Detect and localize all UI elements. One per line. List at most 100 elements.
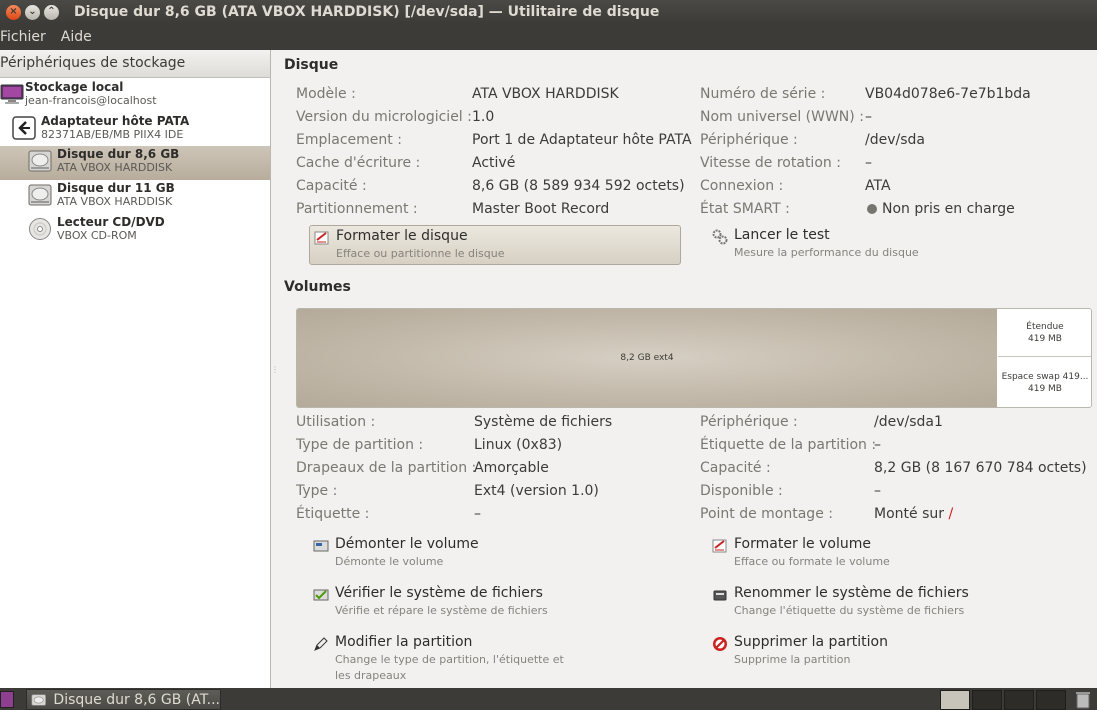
title-bar: × ⌄ ⌃ Disque dur 8,6 GB (ATA VBOX HARDDI… (0, 0, 1097, 24)
disk-write-cache-value: Activé (472, 155, 516, 171)
sidebar-item-pata-adapter[interactable]: Adaptateur hôte PATA 82371AB/EB/MB PIIX4… (0, 113, 270, 147)
vol-available-label: Disponible : (700, 483, 783, 499)
volume-ext4-partition[interactable]: 8,2 GB ext4 (297, 309, 997, 407)
taskbar: Disque dur 8,6 GB (AT... (0, 688, 1097, 710)
storage-devices-panel: Périphériques de stockage Stockage local… (0, 50, 271, 688)
volume-name: Étendue (1026, 321, 1064, 332)
disk-smart-label: État SMART : (700, 201, 790, 217)
workspace-2[interactable] (972, 690, 1002, 710)
disk-rotation-value: – (865, 155, 872, 171)
sidebar-item-subtitle: VBOX CD-ROM (57, 229, 137, 242)
vol-type-label: Type : (296, 483, 338, 499)
rename-filesystem-button[interactable]: Renommer le système de fichiers Change l… (708, 583, 1068, 623)
vol-usage-value: Système de fichiers (474, 414, 613, 430)
vol-capacity-label: Capacité : (700, 460, 771, 476)
check-filesystem-icon (313, 589, 329, 601)
check-filesystem-button[interactable]: Vérifier le système de fichiers Vérifie … (309, 583, 669, 623)
storage-devices-header[interactable]: Périphériques de stockage (0, 50, 270, 78)
workspace-4[interactable] (1036, 690, 1066, 710)
delete-icon (713, 637, 727, 651)
maximize-window-button[interactable]: ⌃ (44, 4, 59, 20)
vol-flags-value: Amorçable (474, 460, 549, 476)
harddisk-icon (31, 693, 47, 706)
action-description: Démonte le volume (335, 555, 444, 568)
sidebar-item-title: Lecteur CD/DVD (57, 215, 165, 229)
sidebar-item-disk-11gb[interactable]: Disque dur 11 GB ATA VBOX HARDDISK (0, 180, 270, 214)
disk-partitioning-label: Partitionnement : (296, 201, 418, 217)
disk-capacity-label: Capacité : (296, 178, 367, 194)
sidebar-item-disk-8-6gb[interactable]: Disque dur 8,6 GB ATA VBOX HARDDISK (0, 146, 270, 180)
mount-point-link[interactable]: / (948, 506, 953, 522)
taskbar-window-button[interactable]: Disque dur 8,6 GB (AT... (26, 689, 221, 710)
action-description: Change l'étiquette du système de fichier… (734, 604, 965, 617)
disk-firmware-value: 1.0 (472, 109, 495, 125)
format-icon (712, 539, 727, 553)
sidebar-item-subtitle: 82371AB/EB/MB PIIX4 IDE (41, 128, 184, 141)
minimize-window-button[interactable]: ⌄ (25, 4, 40, 20)
vol-capacity-value: 8,2 GB (8 167 670 784 octets) (874, 460, 1087, 476)
sidebar-item-subtitle: ATA VBOX HARDDISK (57, 195, 173, 208)
disk-model-label: Modèle : (296, 86, 356, 102)
show-desktop-icon[interactable] (0, 691, 14, 708)
close-window-button[interactable]: × (6, 4, 21, 20)
disk-device-value: /dev/sda (865, 132, 925, 148)
action-description: Efface ou formate le volume (734, 555, 890, 568)
disk-device-label: Périphérique : (700, 132, 798, 148)
action-description-line2: les drapeaux (335, 669, 407, 682)
sidebar-item-title: Disque dur 11 GB (57, 181, 175, 195)
benchmark-gears-icon (712, 229, 728, 245)
workspace-3[interactable] (1004, 690, 1034, 710)
disk-location-label: Emplacement : (296, 132, 402, 148)
menu-aide[interactable]: Aide (61, 29, 99, 45)
vol-type-value: Ext4 (version 1.0) (474, 483, 599, 499)
action-description: Mesure la performance du disque (734, 246, 919, 259)
format-volume-button[interactable]: Formater le volume Efface ou formate le … (708, 534, 1068, 574)
format-disk-button[interactable]: Formater le disque Efface ou partitionne… (309, 225, 681, 265)
vol-label-value: – (474, 506, 481, 522)
sidebar-item-subtitle: jean-francois@localhost (25, 94, 157, 107)
vol-partition-label-value: – (874, 437, 881, 453)
disk-write-cache-label: Cache d'écriture : (296, 155, 421, 171)
action-title: Formater le disque (336, 228, 468, 244)
unmount-volume-button[interactable]: Démonter le volume Démonte le volume (309, 534, 669, 574)
vol-available-value: – (874, 483, 881, 499)
disk-serial-value: VB04d078e6-7e7b1bda (865, 86, 1031, 102)
sidebar-item-cd-dvd[interactable]: Lecteur CD/DVD VBOX CD-ROM (0, 214, 270, 248)
edit-partition-button[interactable]: Modifier la partition Change le type de … (309, 632, 669, 684)
details-panel: Disque Modèle : ATA VBOX HARDDISK Versio… (272, 50, 1097, 688)
disk-section-title: Disque (284, 57, 339, 73)
benchmark-button[interactable]: Lancer le test Mesure la performance du … (708, 225, 1008, 265)
action-description: Supprime la partition (734, 653, 851, 666)
rename-icon (713, 590, 727, 601)
sidebar-item-title: Disque dur 8,6 GB (57, 147, 180, 161)
delete-partition-button[interactable]: Supprimer la partition Supprime la parti… (708, 632, 1068, 672)
action-title: Modifier la partition (335, 634, 473, 650)
action-title: Démonter le volume (335, 536, 479, 552)
controller-icon (12, 116, 36, 140)
sidebar-item-subtitle: ATA VBOX HARDDISK (57, 161, 173, 174)
action-title: Supprimer la partition (734, 634, 888, 650)
workspace-1[interactable] (940, 690, 970, 710)
volume-extended-partition[interactable]: Étendue 419 MB (998, 309, 1091, 357)
disk-smart-text: Non pris en charge (882, 201, 1015, 217)
optical-disc-icon (29, 218, 51, 240)
vol-device-value: /dev/sda1 (874, 414, 943, 430)
disk-smart-value: Non pris en charge (867, 201, 1015, 217)
vol-partition-label-label: Étiquette de la partition : (700, 437, 877, 453)
disk-connection-label: Connexion : (700, 178, 784, 194)
format-icon (314, 231, 329, 245)
volume-name: Espace swap 419... (1001, 371, 1089, 382)
action-title: Vérifier le système de fichiers (335, 585, 543, 601)
vol-mount-point-value: Monté sur / (874, 506, 953, 522)
menu-fichier[interactable]: Fichier (0, 29, 53, 45)
disk-wwn-label: Nom universel (WWN) : (700, 109, 864, 125)
disk-wwn-value: – (865, 109, 872, 125)
volume-swap-partition[interactable]: Espace swap 419... 419 MB (998, 358, 1091, 407)
action-title: Lancer le test (734, 227, 830, 243)
trash-icon[interactable] (1074, 690, 1092, 709)
harddisk-icon (28, 184, 52, 206)
action-description: Efface ou partitionne le disque (336, 247, 505, 260)
action-description: Vérifie et répare le système de fichiers (335, 604, 548, 617)
sidebar-item-local-storage[interactable]: Stockage local jean-francois@localhost (0, 79, 270, 113)
harddisk-icon (28, 150, 52, 172)
